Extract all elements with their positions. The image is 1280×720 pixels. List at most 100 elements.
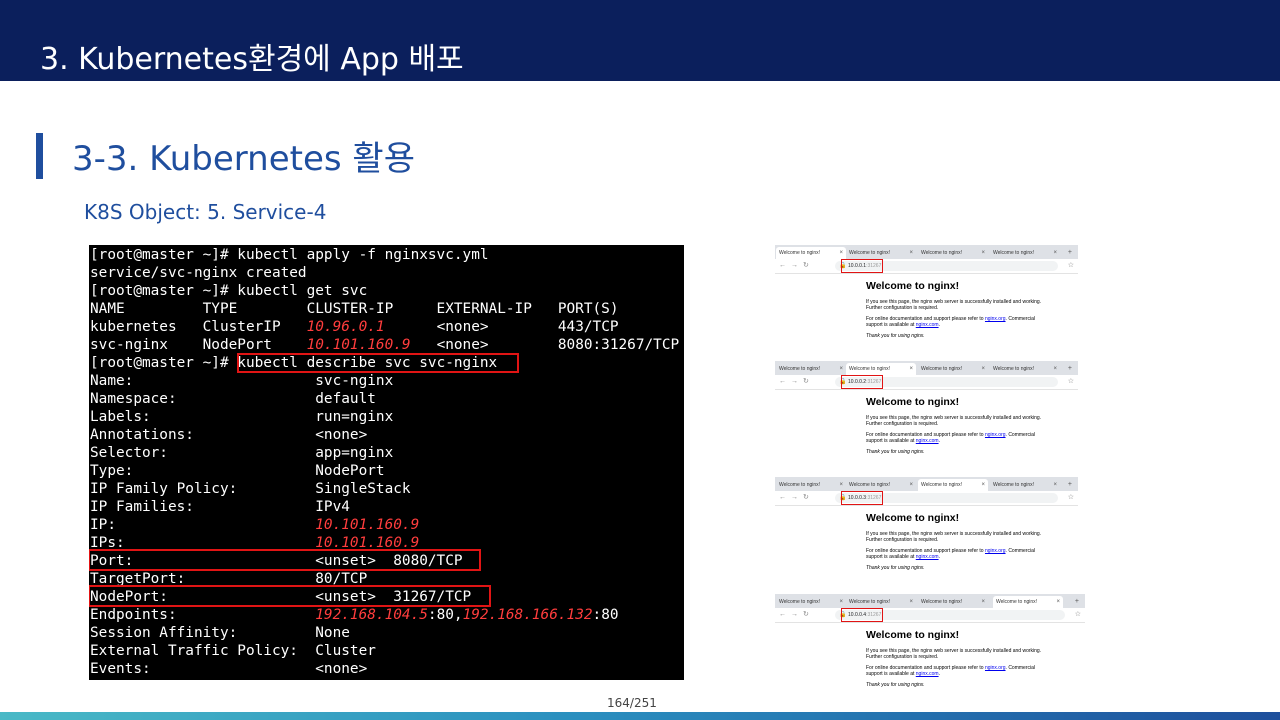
browser-window: Welcome to nginx! × Welcome to nginx! × We… xyxy=(775,594,1085,694)
tab-close-icon[interactable]: × xyxy=(909,479,913,491)
address-bar[interactable]: 🔒 10.0.0.4:31267 xyxy=(835,608,1065,622)
tab-close-icon[interactable]: × xyxy=(839,596,843,608)
nginx-org-link[interactable]: nginx.org xyxy=(985,432,1006,438)
endpoint-ip-text: 192.168.104.5 xyxy=(315,607,428,623)
reload-icon[interactable]: ↻ xyxy=(803,260,809,272)
browser-tab[interactable]: Welcome to nginx! × xyxy=(776,479,846,491)
nginx-org-link[interactable]: nginx.org xyxy=(985,316,1006,322)
tab-close-icon[interactable]: × xyxy=(981,596,985,608)
terminal-line: kubernetes ClusterIP 10.96.0.1 <none> 44… xyxy=(90,318,619,336)
tab-title: Welcome to nginx! xyxy=(921,482,963,488)
reload-icon[interactable]: ↻ xyxy=(803,609,809,621)
nginx-com-link[interactable]: nginx.com xyxy=(916,554,939,560)
tab-title: Welcome to nginx! xyxy=(921,250,963,256)
address-bar[interactable]: 🔒 10.0.0.2:31267 xyxy=(835,375,1058,389)
browser-toolbar: ← → ↻ 🔒 10.0.0.2:31267 ☆ xyxy=(775,375,1078,390)
bookmark-star-icon[interactable]: ☆ xyxy=(1068,492,1074,504)
tab-close-icon[interactable]: × xyxy=(909,247,913,259)
browser-tab[interactable]: Welcome to nginx! × xyxy=(776,363,846,375)
browser-tab[interactable]: Welcome to nginx! × xyxy=(918,363,988,375)
browser-tab[interactable]: Welcome to nginx! × xyxy=(846,363,916,375)
nginx-paragraph: For online documentation and support ple… xyxy=(866,548,1046,560)
terminal-prompt: [root@master ~]# xyxy=(90,355,238,371)
browser-tab[interactable]: Welcome to nginx! × xyxy=(918,247,988,259)
section-title: 3-3. Kubernetes 활용 xyxy=(72,139,415,179)
nginx-text: . xyxy=(938,554,940,560)
new-tab-icon[interactable]: + xyxy=(1068,479,1072,491)
bookmark-star-icon[interactable]: ☆ xyxy=(1075,609,1081,621)
new-tab-icon[interactable]: + xyxy=(1068,247,1072,259)
new-tab-icon[interactable]: + xyxy=(1075,596,1079,608)
tab-close-icon[interactable]: × xyxy=(1056,596,1060,608)
cluster-ip-text: 10.96.0.1 xyxy=(306,319,385,335)
tab-close-icon[interactable]: × xyxy=(981,363,985,375)
browser-toolbar: ← → ↻ 🔒 10.0.0.3:31267 ☆ xyxy=(775,491,1078,506)
browser-tab[interactable]: Welcome to nginx! × xyxy=(776,596,846,608)
terminal-text: :80 xyxy=(592,607,619,623)
nginx-paragraph: For online documentation and support ple… xyxy=(866,665,1046,677)
tab-title: Welcome to nginx! xyxy=(993,482,1035,488)
back-arrow-icon[interactable]: ← xyxy=(779,260,786,272)
forward-arrow-icon[interactable]: → xyxy=(791,376,798,388)
url-highlight xyxy=(841,491,883,505)
nginx-com-link[interactable]: nginx.com xyxy=(916,671,939,677)
describe-command-highlight xyxy=(237,353,519,373)
browser-tab[interactable]: Welcome to nginx! × xyxy=(990,479,1060,491)
nginx-com-link[interactable]: nginx.com xyxy=(916,322,939,328)
bookmark-star-icon[interactable]: ☆ xyxy=(1068,376,1074,388)
browser-tab[interactable]: Welcome to nginx! × xyxy=(990,363,1060,375)
tab-close-icon[interactable]: × xyxy=(1053,479,1057,491)
nginx-thanks: Thank you for using nginx. xyxy=(866,565,925,571)
tab-close-icon[interactable]: × xyxy=(839,247,843,259)
browser-tab[interactable]: Welcome to nginx! × xyxy=(993,596,1063,608)
tab-close-icon[interactable]: × xyxy=(981,479,985,491)
back-arrow-icon[interactable]: ← xyxy=(779,376,786,388)
browser-tab-bar: Welcome to nginx! × Welcome to nginx! × We… xyxy=(775,594,1085,608)
nginx-welcome-title: Welcome to nginx! xyxy=(866,629,960,641)
slide-header: 3. Kubernetes환경에 App 배포 xyxy=(0,0,1280,81)
nginx-org-link[interactable]: nginx.org xyxy=(985,548,1006,554)
nginx-thanks: Thank you for using nginx. xyxy=(866,333,925,339)
reload-icon[interactable]: ↻ xyxy=(803,492,809,504)
address-bar[interactable]: 🔒 10.0.0.3:31267 xyxy=(835,491,1058,505)
forward-arrow-icon[interactable]: → xyxy=(791,260,798,272)
browser-tab[interactable]: Welcome to nginx! × xyxy=(990,247,1060,259)
terminal-line: Labels: run=nginx xyxy=(90,409,394,425)
tab-title: Welcome to nginx! xyxy=(993,250,1035,256)
browser-tab[interactable]: Welcome to nginx! × xyxy=(846,247,916,259)
tab-close-icon[interactable]: × xyxy=(909,363,913,375)
browser-window: Welcome to nginx! × Welcome to nginx! × We… xyxy=(775,361,1078,461)
tab-close-icon[interactable]: × xyxy=(839,479,843,491)
address-bar[interactable]: 🔒 10.0.0.1:31267 xyxy=(835,259,1058,273)
back-arrow-icon[interactable]: ← xyxy=(779,492,786,504)
nginx-paragraph: If you see this page, the nginx web serv… xyxy=(866,648,1042,660)
new-tab-icon[interactable]: + xyxy=(1068,363,1072,375)
forward-arrow-icon[interactable]: → xyxy=(791,492,798,504)
section-subtitle: K8S Object: 5. Service-4 xyxy=(84,200,327,224)
forward-arrow-icon[interactable]: → xyxy=(791,609,798,621)
tab-close-icon[interactable]: × xyxy=(981,247,985,259)
browser-tab[interactable]: Welcome to nginx! × xyxy=(918,596,988,608)
nginx-com-link[interactable]: nginx.com xyxy=(916,438,939,444)
browser-tab[interactable]: Welcome to nginx! × xyxy=(846,596,916,608)
tab-title: Welcome to nginx! xyxy=(993,366,1035,372)
browser-tab[interactable]: Welcome to nginx! × xyxy=(918,479,988,491)
tab-close-icon[interactable]: × xyxy=(839,363,843,375)
browser-window: Welcome to nginx! × Welcome to nginx! × We… xyxy=(775,477,1078,577)
tab-close-icon[interactable]: × xyxy=(1053,247,1057,259)
tab-title: Welcome to nginx! xyxy=(849,482,891,488)
reload-icon[interactable]: ↻ xyxy=(803,376,809,388)
browser-tab[interactable]: Welcome to nginx! × xyxy=(846,479,916,491)
nginx-org-link[interactable]: nginx.org xyxy=(985,665,1006,671)
terminal-text: IP: xyxy=(90,517,316,533)
url-highlight xyxy=(841,608,883,622)
tab-close-icon[interactable]: × xyxy=(1053,363,1057,375)
tab-close-icon[interactable]: × xyxy=(909,596,913,608)
url-highlight xyxy=(841,259,883,273)
browser-tab[interactable]: Welcome to nginx! × xyxy=(776,247,846,259)
bookmark-star-icon[interactable]: ☆ xyxy=(1068,260,1074,272)
browser-toolbar: ← → ↻ 🔒 10.0.0.4:31267 ☆ xyxy=(775,608,1085,623)
back-arrow-icon[interactable]: ← xyxy=(779,609,786,621)
tab-title: Welcome to nginx! xyxy=(996,599,1038,605)
footer-gradient-bar xyxy=(0,712,1280,720)
